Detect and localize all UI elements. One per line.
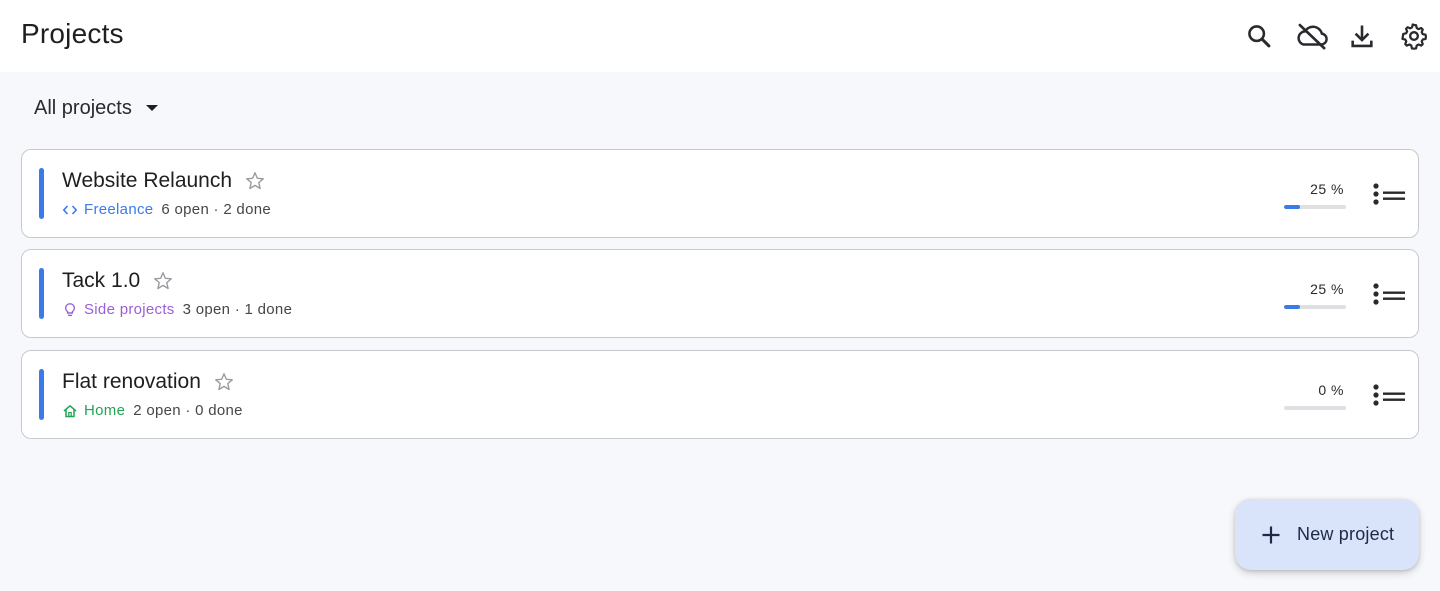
project-color-marker bbox=[39, 168, 44, 219]
new-project-button[interactable]: New project bbox=[1235, 499, 1419, 570]
drag-handle-icon[interactable] bbox=[1372, 182, 1406, 206]
star-icon[interactable] bbox=[213, 371, 235, 393]
download-icon[interactable] bbox=[1346, 20, 1378, 52]
project-card[interactable]: Tack 1.0 Side projects 3 open · 1 done 2… bbox=[21, 249, 1419, 338]
drag-handle-icon[interactable] bbox=[1372, 383, 1406, 407]
progress-bar bbox=[1284, 205, 1346, 209]
project-title: Flat renovation bbox=[62, 370, 201, 393]
new-project-label: New project bbox=[1297, 524, 1395, 544]
project-card[interactable]: Website Relaunch Freelance 6 open · 2 do… bbox=[21, 149, 1419, 238]
top-bar: Projects bbox=[0, 0, 1440, 72]
project-filter-dropdown[interactable]: All projects bbox=[34, 94, 160, 122]
progress-percent: 25 % bbox=[1310, 181, 1344, 197]
plus-icon bbox=[1262, 526, 1280, 543]
caret-down-icon bbox=[145, 105, 158, 111]
progress-percent: 25 % bbox=[1310, 281, 1344, 297]
category-label: Home bbox=[84, 402, 126, 419]
star-icon[interactable] bbox=[152, 270, 174, 292]
drag-handle-icon[interactable] bbox=[1372, 282, 1406, 306]
search-icon[interactable] bbox=[1243, 20, 1275, 52]
progress-bar bbox=[1284, 406, 1346, 410]
page-title: Projects bbox=[21, 18, 124, 49]
project-title: Website Relaunch bbox=[62, 169, 233, 192]
category-tag: Freelance bbox=[62, 201, 153, 218]
progress-bar bbox=[1284, 305, 1346, 309]
filter-label: All projects bbox=[34, 96, 132, 119]
lightbulb-icon bbox=[64, 302, 76, 316]
task-counts: 3 open · 1 done bbox=[182, 301, 293, 318]
project-card[interactable]: Flat renovation Home 2 open · 0 done 0 % bbox=[21, 350, 1419, 439]
project-color-marker bbox=[39, 369, 44, 420]
task-counts: 2 open · 0 done bbox=[133, 402, 243, 419]
category-label: Freelance bbox=[84, 201, 154, 218]
category-tag: Side projects bbox=[62, 301, 175, 318]
cloud-off-icon[interactable] bbox=[1294, 20, 1330, 52]
category-tag: Home bbox=[62, 402, 125, 419]
category-label: Side projects bbox=[84, 301, 175, 318]
settings-icon[interactable] bbox=[1398, 20, 1430, 52]
home-icon bbox=[63, 404, 77, 417]
code-icon bbox=[62, 204, 78, 215]
task-counts: 6 open · 2 done bbox=[161, 201, 271, 218]
progress-percent: 0 % bbox=[1318, 382, 1344, 398]
project-title: Tack 1.0 bbox=[62, 269, 141, 292]
project-color-marker bbox=[39, 268, 44, 319]
star-icon[interactable] bbox=[244, 170, 266, 192]
